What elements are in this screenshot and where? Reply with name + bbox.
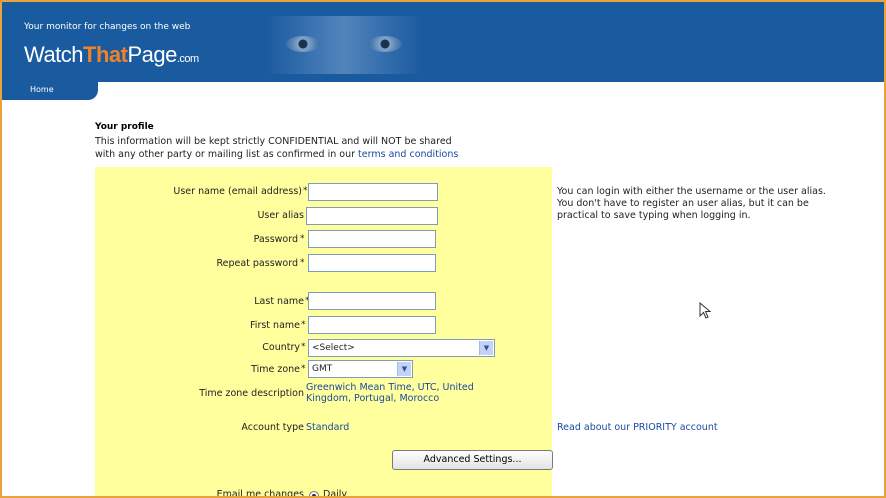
site-logo[interactable]: WatchThatPage.com — [24, 42, 199, 68]
page-frame: Your monitor for changes on the web Watc… — [0, 0, 886, 498]
logo-watch: Watch — [24, 42, 84, 67]
account-type-value: Standard — [306, 422, 350, 433]
tz-desc-row: Time zone description — [102, 388, 304, 408]
logo-that: That — [83, 42, 128, 67]
repeat-password-label: Repeat password — [216, 258, 298, 269]
login-help-line3: practical to save typing when logging in… — [557, 210, 751, 221]
last-name-row: Last name — [102, 296, 304, 316]
last-name-input[interactable] — [308, 292, 436, 310]
chevron-down-icon[interactable]: ▼ — [397, 362, 411, 376]
first-name-label: First name — [250, 320, 300, 331]
logo-page: Page — [127, 42, 177, 67]
chevron-down-icon[interactable]: ▼ — [479, 341, 493, 355]
password-label: Password — [253, 234, 298, 245]
tz-desc-line1: Greenwich Mean Time, UTC, United — [306, 382, 474, 393]
account-type-row: Account type — [102, 422, 304, 442]
priority-account-link[interactable]: Read about our PRIORITY account — [557, 422, 718, 433]
eyes-banner-image — [264, 16, 424, 74]
country-required-mark: * — [301, 342, 306, 352]
account-type-label: Account type — [241, 422, 304, 433]
site-tagline: Your monitor for changes on the web — [24, 22, 191, 32]
right-eye-icon — [368, 36, 402, 52]
password-input[interactable] — [308, 230, 436, 248]
first-name-row: First name — [102, 320, 300, 340]
left-eye-icon — [286, 36, 320, 52]
country-select-value: <Select> — [312, 343, 355, 353]
terms-link[interactable]: terms and conditions — [358, 149, 458, 160]
country-select[interactable]: <Select> ▼ — [308, 339, 495, 357]
username-input[interactable] — [308, 183, 438, 201]
username-required-mark: * — [303, 186, 308, 196]
timezone-label: Time zone — [251, 364, 300, 375]
login-help-line2: You don't have to register an user alias… — [557, 198, 809, 209]
last-name-label: Last name — [254, 296, 304, 307]
first-name-input[interactable] — [308, 316, 436, 334]
username-label: User name (email address) — [173, 186, 302, 197]
profile-notice: This information will be kept strictly C… — [95, 135, 565, 161]
login-help-text: You can login with either the username o… — [557, 186, 826, 222]
login-help-line1: You can login with either the username o… — [557, 186, 826, 197]
username-row: User name (email address) — [102, 186, 302, 206]
alias-label: User alias — [257, 210, 304, 221]
country-row: Country — [102, 342, 300, 362]
email-changes-label: Email me changes — [216, 489, 304, 498]
email-daily-label: Daily — [323, 489, 348, 498]
site-header: Your monitor for changes on the web Watc… — [2, 2, 884, 80]
alias-row: User alias — [102, 210, 304, 230]
repeat-password-input[interactable] — [308, 254, 436, 272]
profile-title: Your profile — [95, 122, 154, 132]
tz-desc-label: Time zone description — [199, 388, 304, 399]
tz-desc-value: Greenwich Mean Time, UTC, United Kingdom… — [306, 382, 474, 404]
logo-suffix: .com — [176, 53, 199, 65]
priority-link-container: Read about our PRIORITY account — [557, 422, 718, 434]
nav-tab-home[interactable]: Home — [2, 82, 98, 100]
mouse-pointer-icon — [699, 302, 712, 319]
alias-input[interactable] — [306, 207, 438, 225]
profile-notice-line1: This information will be kept strictly C… — [95, 136, 452, 147]
advanced-settings-button[interactable]: Advanced Settings... — [392, 450, 553, 470]
repeat-password-required-mark: * — [300, 258, 305, 268]
timezone-required-mark: * — [301, 364, 306, 374]
password-required-mark: * — [300, 234, 305, 244]
timezone-select-value: GMT — [312, 364, 333, 374]
profile-notice-line2: with any other party or mailing list as … — [95, 148, 565, 161]
timezone-row: Time zone — [102, 364, 300, 384]
tz-desc-line2: Kingdom, Portugal, Morocco — [306, 393, 440, 404]
email-daily-radio[interactable] — [309, 491, 319, 496]
timezone-select[interactable]: GMT ▼ — [308, 360, 413, 378]
repeat-password-row: Repeat password — [102, 258, 298, 278]
country-label: Country — [262, 342, 300, 353]
profile-notice-line2-text: with any other party or mailing list as … — [95, 149, 359, 160]
first-name-required-mark: * — [301, 320, 306, 330]
password-row: Password — [102, 234, 298, 254]
email-changes-row: Email me changes — [102, 489, 304, 498]
nav-bar: Home — [2, 80, 884, 102]
